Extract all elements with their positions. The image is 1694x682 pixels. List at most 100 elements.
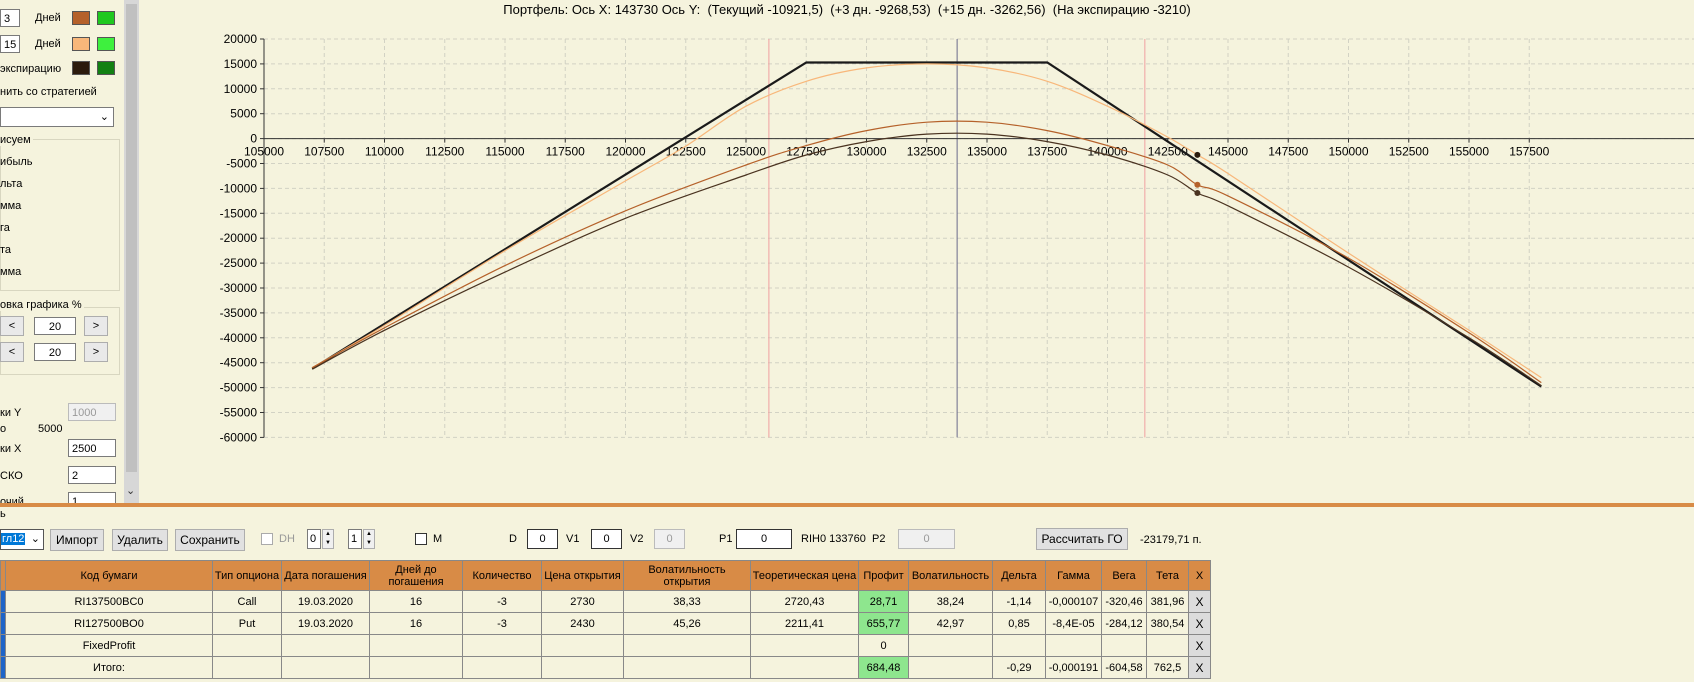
- col-header[interactable]: Код бумаги: [5, 560, 213, 591]
- delete-button[interactable]: Удалить: [112, 529, 168, 551]
- spin2-input[interactable]: 1: [348, 529, 362, 549]
- cell-price[interactable]: 2430: [541, 612, 624, 635]
- col-header[interactable]: Гамма: [1045, 560, 1102, 591]
- col-header[interactable]: Дней до погашения: [369, 560, 463, 591]
- cell-qty[interactable]: -3: [462, 612, 542, 635]
- cell-gamma[interactable]: -8,4E-05: [1045, 612, 1102, 635]
- scroll-down-icon[interactable]: ⌄: [126, 484, 135, 497]
- cell-type[interactable]: [212, 634, 282, 657]
- spin1-updown[interactable]: ▲ ▼: [322, 529, 334, 549]
- cell-vol-open[interactable]: [623, 634, 751, 657]
- color-swatch-expiry-alt[interactable]: [97, 61, 115, 75]
- scale1-next-button[interactable]: >: [84, 316, 108, 336]
- p2-input[interactable]: 0: [898, 529, 955, 549]
- cell-code[interactable]: Итого:: [5, 656, 213, 679]
- cell-theta[interactable]: 762,5: [1146, 656, 1189, 679]
- table-row[interactable]: RI137500BC0 Call 19.03.2020 16 -3 2730 38,33 27…: [0, 590, 1211, 613]
- cell-vega[interactable]: -284,12: [1101, 612, 1147, 635]
- col-header[interactable]: Цена открытия: [541, 560, 624, 591]
- import-button[interactable]: Импорт: [50, 529, 104, 551]
- delete-row-button[interactable]: X: [1188, 634, 1211, 657]
- left-panel-scrollbar[interactable]: ⌄: [124, 0, 139, 505]
- color-swatch-expiry[interactable]: [72, 61, 90, 75]
- draw-item-profit[interactable]: ибыль: [0, 156, 33, 168]
- cell-vol-open[interactable]: 45,26: [623, 612, 751, 635]
- col-header[interactable]: Волатильность: [908, 560, 993, 591]
- draw-item-vega[interactable]: га: [0, 222, 10, 234]
- x-step-input[interactable]: 2500: [68, 439, 116, 457]
- cell-type[interactable]: Call: [212, 590, 282, 613]
- color-swatch-15d-alt[interactable]: [97, 37, 115, 51]
- spin1-input[interactable]: 0: [307, 529, 321, 549]
- draw-item-gamma[interactable]: мма: [0, 200, 21, 212]
- splitter[interactable]: [0, 503, 1694, 507]
- draw-item-theta[interactable]: та: [0, 244, 11, 256]
- cell-theta[interactable]: [1146, 634, 1189, 657]
- cell-theo[interactable]: 2211,41: [750, 612, 859, 635]
- cell-delta[interactable]: 0,85: [992, 612, 1046, 635]
- cell-delta[interactable]: [992, 634, 1046, 657]
- delete-row-button[interactable]: X: [1188, 656, 1211, 679]
- cell-vol-open[interactable]: [623, 656, 751, 679]
- cell-date[interactable]: 19.03.2020: [281, 612, 370, 635]
- cell-delta[interactable]: -0,29: [992, 656, 1046, 679]
- col-header[interactable]: X: [1188, 560, 1211, 591]
- scale2-prev-button[interactable]: <: [0, 342, 24, 362]
- cell-days[interactable]: 16: [369, 590, 463, 613]
- col-header[interactable]: Вега: [1101, 560, 1147, 591]
- cell-profit[interactable]: 655,77: [858, 612, 909, 635]
- table-row[interactable]: Итого: 684,48 -0,29 -0,000191 -604,58 762,5 X: [0, 656, 1211, 679]
- save-button[interactable]: Сохранить: [175, 529, 245, 551]
- cell-theo[interactable]: [750, 656, 859, 679]
- cell-vega[interactable]: -320,46: [1101, 590, 1147, 613]
- cell-code[interactable]: FixedProfit: [5, 634, 213, 657]
- col-header[interactable]: Тета: [1146, 560, 1189, 591]
- cell-code[interactable]: RI137500BC0: [5, 590, 213, 613]
- days-input-2[interactable]: 15: [0, 35, 20, 53]
- cell-days[interactable]: [369, 634, 463, 657]
- col-header[interactable]: Волатильность открытия: [623, 560, 751, 591]
- cell-gamma[interactable]: -0,000191: [1045, 656, 1102, 679]
- cell-price[interactable]: 2730: [541, 590, 624, 613]
- delete-row-button[interactable]: X: [1188, 612, 1211, 635]
- m-checkbox[interactable]: [415, 533, 427, 545]
- delete-row-button[interactable]: X: [1188, 590, 1211, 613]
- scale2-next-button[interactable]: >: [84, 342, 108, 362]
- spin2-updown[interactable]: ▲ ▼: [363, 529, 375, 549]
- col-header[interactable]: Профит: [858, 560, 909, 591]
- scale2-input[interactable]: 20: [34, 343, 76, 361]
- scale1-prev-button[interactable]: <: [0, 316, 24, 336]
- portfolio-combo[interactable]: гл12 ⌄: [0, 529, 44, 550]
- cell-profit[interactable]: 28,71: [858, 590, 909, 613]
- cell-theta[interactable]: 380,54: [1146, 612, 1189, 635]
- cell-theta[interactable]: 381,96: [1146, 590, 1189, 613]
- d-input[interactable]: 0: [527, 529, 558, 549]
- scrollbar-thumb[interactable]: [126, 4, 137, 472]
- cell-vol[interactable]: 42,97: [908, 612, 993, 635]
- strategy-select[interactable]: ⌄: [0, 107, 114, 127]
- v2-input[interactable]: 0: [654, 529, 685, 549]
- cell-theo[interactable]: 2720,43: [750, 590, 859, 613]
- cell-date[interactable]: [281, 656, 370, 679]
- draw-item-vomma[interactable]: мма: [0, 266, 21, 278]
- payoff-chart[interactable]: 20000150001000050000-5000-10000-15000-20…: [140, 0, 1694, 500]
- cell-vega[interactable]: [1101, 634, 1147, 657]
- cell-profit[interactable]: 0: [858, 634, 909, 657]
- cell-qty[interactable]: [462, 634, 542, 657]
- cell-vol[interactable]: [908, 634, 993, 657]
- col-header[interactable]: Дата погашения: [281, 560, 370, 591]
- color-swatch-15d-curve[interactable]: [72, 37, 90, 51]
- cell-gamma[interactable]: [1045, 634, 1102, 657]
- col-header[interactable]: Теоретическая цена: [750, 560, 859, 591]
- cell-gamma[interactable]: -0,000107: [1045, 590, 1102, 613]
- dh-checkbox[interactable]: [261, 533, 273, 545]
- cell-price[interactable]: [541, 656, 624, 679]
- cell-days[interactable]: 16: [369, 612, 463, 635]
- cell-vega[interactable]: -604,58: [1101, 656, 1147, 679]
- cell-price[interactable]: [541, 634, 624, 657]
- cell-theo[interactable]: [750, 634, 859, 657]
- cell-delta[interactable]: -1,14: [992, 590, 1046, 613]
- draw-item-delta[interactable]: льта: [0, 178, 22, 190]
- cell-vol[interactable]: [908, 656, 993, 679]
- cell-profit[interactable]: 684,48: [858, 656, 909, 679]
